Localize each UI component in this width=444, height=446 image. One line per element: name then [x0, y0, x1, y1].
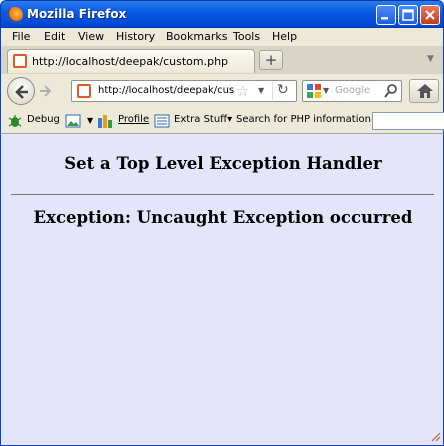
back-arrow-icon — [15, 85, 28, 99]
debug-bug-icon — [8, 115, 22, 127]
menu-file[interactable]: File — [12, 30, 30, 43]
exception-message: Exception: Uncaught Exception occurred — [33, 208, 413, 227]
maximize-button[interactable] — [398, 5, 418, 25]
bookmark-debug[interactable]: Debug — [27, 114, 60, 125]
extra-stuff-dropdown-icon: ▾ — [227, 114, 233, 125]
image-icon[interactable] — [65, 113, 81, 129]
menu-history[interactable]: History — [116, 30, 155, 43]
tab-strip: http://localhost/deepak/custom.php + ▼ — [0, 46, 444, 74]
engine-dropdown-icon[interactable]: ▼ — [323, 86, 329, 95]
bookmarks-toolbar: Debug ▼ Profile Extra Stuff▾ Search for … — [0, 108, 444, 134]
firefox-logo-icon — [7, 7, 23, 23]
google-engine-icon[interactable] — [306, 83, 322, 99]
reload-icon[interactable]: ↻ — [272, 82, 289, 100]
history-dropdown-icon[interactable]: ▼ — [258, 86, 264, 95]
menu-bar: File Edit View History Bookmarks Tools H… — [0, 28, 444, 46]
page-heading: Set a Top Level Exception Handler — [64, 154, 382, 173]
home-button[interactable] — [409, 79, 439, 103]
menu-edit[interactable]: Edit — [44, 30, 65, 43]
minimize-button[interactable] — [376, 5, 396, 25]
site-identity-icon[interactable] — [77, 84, 91, 98]
menu-view[interactable]: View — [78, 30, 104, 43]
horizontal-rule — [11, 194, 434, 195]
resize-grip-icon[interactable] — [429, 430, 441, 442]
image-dropdown-icon[interactable]: ▼ — [87, 116, 93, 125]
extra-stuff-icon — [154, 114, 170, 128]
navigation-bar: http://localhost/deepak/custom.php ☆ ▼ ↻… — [0, 74, 444, 108]
maximize-icon — [402, 9, 414, 21]
profile-icon — [98, 115, 112, 128]
search-bar[interactable]: ▼ Google — [302, 80, 402, 102]
close-button[interactable] — [420, 5, 440, 25]
tab-label: http://localhost/deepak/custom.php — [32, 55, 229, 68]
php-search-label: Search for PHP information: — [236, 114, 375, 125]
minimize-icon — [381, 17, 388, 20]
window-title: Mozilla Firefox — [27, 7, 127, 21]
menu-bookmarks[interactable]: Bookmarks — [166, 30, 227, 43]
url-input[interactable]: http://localhost/deepak/custom.php — [98, 85, 234, 96]
tab-list-arrow-icon[interactable]: ▼ — [427, 54, 434, 64]
title-bar[interactable]: Mozilla Firefox — [0, 0, 444, 28]
forward-button[interactable] — [37, 83, 55, 99]
search-input[interactable]: Google — [335, 85, 370, 96]
bookmark-star-icon[interactable]: ☆ — [236, 82, 249, 100]
url-bar[interactable]: http://localhost/deepak/custom.php ☆ ▼ ↻ — [71, 80, 297, 102]
menu-tools[interactable]: Tools — [233, 30, 260, 43]
plus-icon: + — [264, 51, 278, 69]
search-magnifier-icon[interactable] — [383, 83, 399, 99]
new-tab-button[interactable]: + — [259, 50, 283, 70]
page-favicon-icon — [13, 54, 27, 68]
extra-stuff-label: Extra Stuff — [174, 114, 228, 125]
bookmark-extra-stuff[interactable]: Extra Stuff▾ — [174, 114, 232, 125]
close-icon — [425, 10, 435, 20]
back-button[interactable] — [7, 77, 35, 105]
home-icon — [417, 84, 433, 98]
tab-active[interactable]: http://localhost/deepak/custom.php — [7, 49, 255, 73]
bookmark-profile[interactable]: Profile — [118, 114, 149, 125]
php-search-input[interactable] — [372, 112, 444, 130]
menu-help[interactable]: Help — [272, 30, 297, 43]
page-content: Set a Top Level Exception Handler Except… — [0, 134, 444, 446]
